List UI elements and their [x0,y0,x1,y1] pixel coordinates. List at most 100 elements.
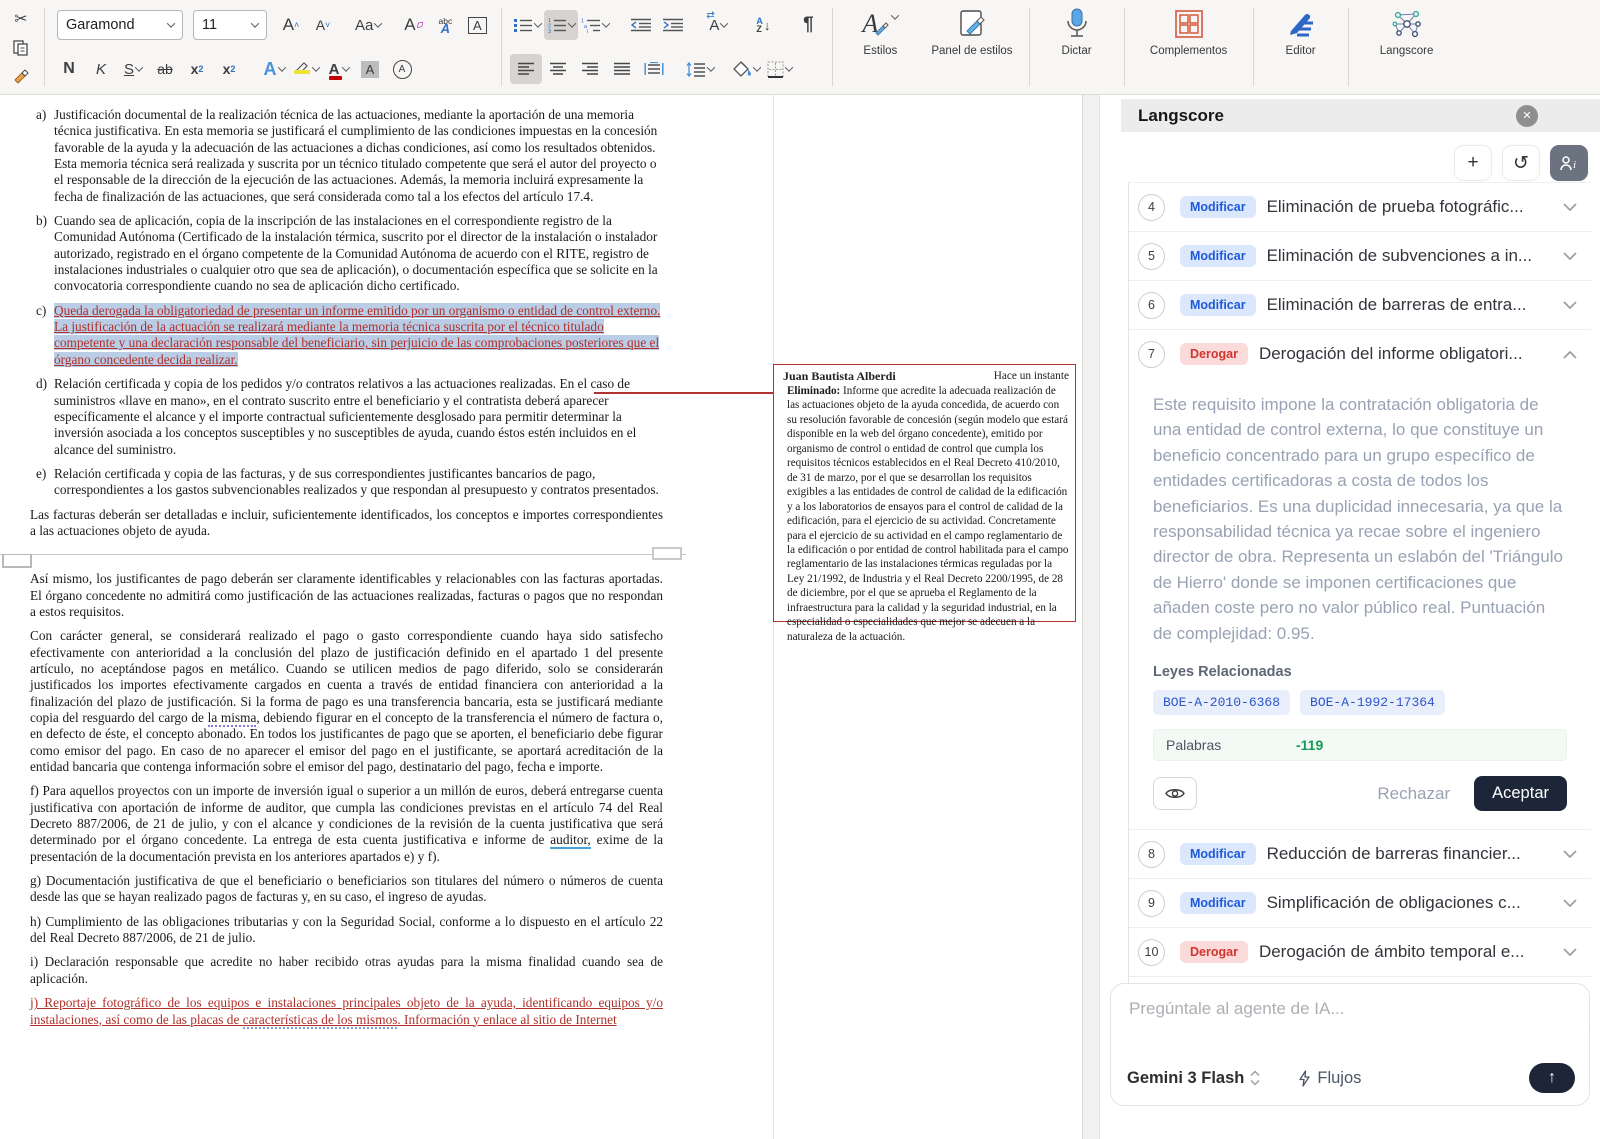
font-size-select[interactable]: 11 [193,10,267,40]
multilevel-list-button[interactable]: 1ai [578,10,612,40]
chevron-down-icon [135,63,143,71]
styles-pane-button[interactable]: Panel de estilos [921,0,1022,94]
underline-button[interactable]: S [117,54,149,84]
suggestion-description: Este requisito impone la contratación ob… [1153,392,1567,646]
bullet-list-button[interactable] [510,10,544,40]
page-corner-left [2,554,32,568]
item-number: 6 [1138,292,1165,319]
copy-icon[interactable] [10,37,32,59]
accept-button[interactable]: Aceptar [1474,776,1567,811]
clear-formatting-button[interactable]: A◊ [397,10,429,40]
law-badge[interactable]: BOE-A-2010-6368 [1153,690,1290,715]
law-badge[interactable]: BOE-A-1992-17364 [1300,690,1445,715]
phonetic-guide-button[interactable]: abcA [429,10,461,40]
align-right-icon [581,62,599,76]
chevron-down-icon[interactable] [1563,899,1577,908]
related-laws: BOE-A-2010-6368 BOE-A-1992-17364 [1153,690,1567,715]
close-icon[interactable]: ✕ [1516,105,1538,127]
chevron-down-icon[interactable] [1563,203,1577,212]
suggestion-item-5[interactable]: 5 Modificar Eliminación de subvenciones … [1129,232,1591,281]
action-badge: Modificar [1180,294,1256,316]
align-left-button[interactable] [510,54,542,84]
suggestion-item-4[interactable]: 4 Modificar Eliminación de prueba fotogr… [1129,183,1591,232]
chevron-down-icon [167,19,175,27]
document-scroll-gutter[interactable] [1082,95,1100,1139]
change-case-button[interactable]: Aa [352,10,384,40]
flows-button[interactable]: Flujos [1298,1069,1361,1088]
langscore-addin-button[interactable]: Langscore [1355,0,1459,94]
suggestion-item-6[interactable]: 6 Modificar Eliminación de barreras de e… [1129,281,1591,330]
chevron-down-icon [891,11,899,19]
borders-icon [767,61,784,78]
styles-button[interactable]: A Estilos [839,0,921,94]
increase-indent-button[interactable] [657,10,689,40]
character-shading-button[interactable]: A [354,54,386,84]
add-ins-button[interactable]: Complementos [1131,0,1247,94]
format-painter-icon[interactable] [10,66,32,88]
align-center-button[interactable] [542,54,574,84]
shading-button[interactable] [730,54,763,84]
cut-icon[interactable]: ✂ [10,8,32,30]
panel-header: Langscore ✕ [1121,99,1600,132]
chevron-down-icon[interactable] [1563,252,1577,261]
item-number: 8 [1138,841,1165,868]
action-badge: Modificar [1180,892,1256,914]
font-name-select[interactable]: Garamond [57,10,183,40]
distribute-text-button[interactable] [638,54,670,84]
add-button[interactable]: + [1454,145,1492,181]
agent-chat-input[interactable] [1127,998,1577,1020]
action-badge: Modificar [1180,196,1256,218]
text-effects-button[interactable]: A [258,54,290,84]
italic-button[interactable]: K [85,54,117,84]
history-button[interactable]: ↺ [1502,145,1540,181]
preview-button[interactable] [1153,777,1197,810]
suggestion-item-10[interactable]: 10 Derogar Derogación de ámbito temporal… [1129,928,1591,977]
item-number: 5 [1138,243,1165,270]
strikethrough-button[interactable]: ab [149,54,181,84]
related-laws-label: Leyes Relacionadas [1153,664,1567,680]
chevron-down-icon [602,19,610,27]
line-spacing-button[interactable] [683,54,717,84]
justify-button[interactable] [606,54,638,84]
suggestion-item-9[interactable]: 9 Modificar Simplificación de obligacion… [1129,879,1591,928]
decrease-indent-button[interactable] [625,10,657,40]
chevron-down-icon[interactable] [1563,301,1577,310]
action-badge: Derogar [1180,343,1248,365]
borders-button[interactable] [763,54,795,84]
grow-font-button[interactable]: A˄ [275,10,307,40]
align-right-button[interactable] [574,54,606,84]
numbered-list-button[interactable]: 123 [544,10,578,40]
asian-layout-button[interactable]: A⇄ [702,10,734,40]
dictate-button[interactable]: Dictar [1036,0,1118,94]
chevron-down-icon [707,63,715,71]
agent-info-button[interactable]: i [1550,145,1588,181]
document-text[interactable]: a) Justificación documental de la realiz… [0,95,663,1036]
model-selector[interactable]: Gemini 3 Flash [1127,1069,1260,1088]
send-button[interactable]: ↑ [1529,1063,1575,1093]
subscript-button[interactable]: x2 [181,54,213,84]
suggestion-item-7-expanded[interactable]: 7 Derogar Derogación del informe obligat… [1129,330,1591,378]
chevron-down-icon[interactable] [1563,850,1577,859]
editor-button[interactable]: Editor [1260,0,1342,94]
font-color-button[interactable]: A [322,54,354,84]
character-border-button[interactable]: A [461,10,493,40]
tracked-change-comment[interactable]: Juan Bautista Alberdi Hace un instante E… [773,364,1076,622]
select-chevrons-icon [1250,1070,1260,1086]
enclose-characters-button[interactable]: A [386,54,418,84]
chevron-down-icon [753,63,761,71]
bold-button[interactable]: N [53,54,85,84]
shrink-font-button[interactable]: A˅ [307,10,339,40]
superscript-button[interactable]: x2 [213,54,245,84]
chevron-down-icon [342,63,350,71]
page-break[interactable] [0,547,690,565]
document-canvas[interactable]: a) Justificación documental de la realiz… [0,95,1082,1139]
highlight-color-button[interactable] [290,54,322,84]
align-left-icon [517,62,535,76]
show-formatting-marks-button[interactable]: ¶ [792,10,824,40]
chevron-up-icon[interactable] [1563,350,1577,359]
chevron-down-icon[interactable] [1563,948,1577,957]
suggestion-item-8[interactable]: 8 Modificar Reducción de barreras financ… [1129,830,1591,879]
sort-button[interactable]: AZ↓ [747,10,779,40]
reject-button[interactable]: Rechazar [1377,784,1450,804]
item-number: 4 [1138,194,1165,221]
